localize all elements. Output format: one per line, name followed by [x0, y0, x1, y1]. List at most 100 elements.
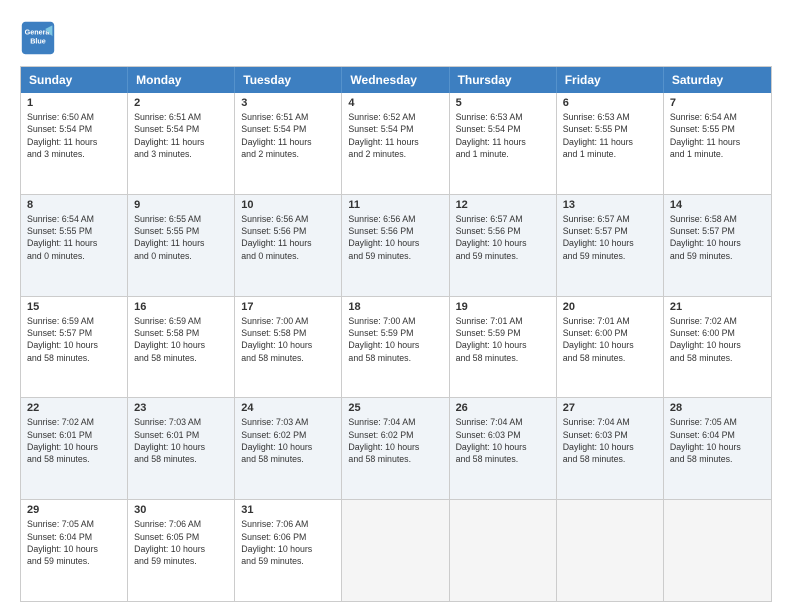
day-cell-4: 4 Sunrise: 6:52 AMSunset: 5:54 PMDaylight… [342, 93, 449, 194]
day-number: 29 [27, 504, 121, 516]
day-number: 24 [241, 402, 335, 414]
day-cell-12: 12Sunrise: 6:57 AMSunset: 5:56 PMDayligh… [450, 195, 557, 296]
day-info: Sunrise: 6:54 AMSunset: 5:55 PMDaylight:… [27, 213, 121, 262]
day-cell-15: 15 Sunrise: 6:59 AMSunset: 5:57 PMDayligh… [21, 297, 128, 398]
day-number: 30 [134, 504, 228, 516]
day-cell-20: 20Sunrise: 7:01 AMSunset: 6:00 PMDayligh… [557, 297, 664, 398]
day-number: 10 [241, 199, 335, 211]
logo: General Blue [20, 20, 62, 56]
empty-cell [450, 500, 557, 601]
day-cell-17: 17 Sunrise: 7:00 AMSunset: 5:58 PMDayligh… [235, 297, 342, 398]
day-cell-2: 2Sunrise: 6:51 AMSunset: 5:54 PMDaylight… [128, 93, 235, 194]
day-number: 4 [348, 97, 442, 109]
day-number: 21 [670, 301, 765, 313]
day-number: 16 [134, 301, 228, 313]
day-number: 26 [456, 402, 550, 414]
day-cell-11: 11 Sunrise: 6:56 AMSunset: 5:56 PMDayligh… [342, 195, 449, 296]
empty-cell [557, 500, 664, 601]
day-info: Sunrise: 6:54 AMSunset: 5:55 PMDaylight:… [670, 111, 765, 160]
day-number: 27 [563, 402, 657, 414]
day-cell-10: 10 Sunrise: 6:56 AMSunset: 5:56 PMDayligh… [235, 195, 342, 296]
day-cell-9: 9 Sunrise: 6:55 AMSunset: 5:55 PMDaylight… [128, 195, 235, 296]
day-number: 25 [348, 402, 442, 414]
header-cell-sunday: Sunday [21, 67, 128, 93]
day-cell-13: 13 Sunrise: 6:57 AMSunset: 5:57 PMDayligh… [557, 195, 664, 296]
day-info: Sunrise: 7:02 AMSunset: 6:01 PMDaylight:… [27, 416, 121, 465]
day-cell-23: 23 Sunrise: 7:03 AMSunset: 6:01 PMDayligh… [128, 398, 235, 499]
day-cell-21: 21 Sunrise: 7:02 AMSunset: 6:00 PMDayligh… [664, 297, 771, 398]
svg-text:Blue: Blue [30, 36, 46, 45]
day-info: Sunrise: 7:06 AMSunset: 6:06 PMDaylight:… [241, 518, 335, 567]
day-info: Sunrise: 6:51 AMSunset: 5:54 PMDaylight:… [134, 111, 228, 160]
day-cell-22: 22 Sunrise: 7:02 AMSunset: 6:01 PMDayligh… [21, 398, 128, 499]
day-number: 28 [670, 402, 765, 414]
day-cell-25: 25Sunrise: 7:04 AMSunset: 6:02 PMDayligh… [342, 398, 449, 499]
day-info: Sunrise: 6:50 AMSunset: 5:54 PMDaylight:… [27, 111, 121, 160]
day-info: Sunrise: 7:02 AMSunset: 6:00 PMDaylight:… [670, 315, 765, 364]
day-info: Sunrise: 7:05 AMSunset: 6:04 PMDaylight:… [670, 416, 765, 465]
empty-cell [342, 500, 449, 601]
day-info: Sunrise: 7:04 AMSunset: 6:03 PMDaylight:… [456, 416, 550, 465]
day-number: 8 [27, 199, 121, 211]
day-number: 22 [27, 402, 121, 414]
day-cell-19: 19Sunrise: 7:01 AMSunset: 5:59 PMDayligh… [450, 297, 557, 398]
day-number: 3 [241, 97, 335, 109]
day-cell-24: 24 Sunrise: 7:03 AMSunset: 6:02 PMDayligh… [235, 398, 342, 499]
day-cell-14: 14 Sunrise: 6:58 AMSunset: 5:57 PMDayligh… [664, 195, 771, 296]
day-cell-29: 29 Sunrise: 7:05 AMSunset: 6:04 PMDayligh… [21, 500, 128, 601]
day-info: Sunrise: 7:03 AMSunset: 6:02 PMDaylight:… [241, 416, 335, 465]
day-number: 13 [563, 199, 657, 211]
day-info: Sunrise: 6:56 AMSunset: 5:56 PMDaylight:… [241, 213, 335, 262]
header-cell-friday: Friday [557, 67, 664, 93]
header-cell-thursday: Thursday [450, 67, 557, 93]
day-info: Sunrise: 6:57 AMSunset: 5:57 PMDaylight:… [563, 213, 657, 262]
calendar-body: 1 Sunrise: 6:50 AMSunset: 5:54 PMDaylight… [21, 93, 771, 601]
day-cell-18: 18 Sunrise: 7:00 AMSunset: 5:59 PMDayligh… [342, 297, 449, 398]
day-cell-5: 5Sunrise: 6:53 AMSunset: 5:54 PMDaylight… [450, 93, 557, 194]
week-row-4: 22 Sunrise: 7:02 AMSunset: 6:01 PMDayligh… [21, 397, 771, 499]
day-cell-26: 26 Sunrise: 7:04 AMSunset: 6:03 PMDayligh… [450, 398, 557, 499]
day-info: Sunrise: 6:58 AMSunset: 5:57 PMDaylight:… [670, 213, 765, 262]
day-cell-30: 30 Sunrise: 7:06 AMSunset: 6:05 PMDayligh… [128, 500, 235, 601]
empty-cell [664, 500, 771, 601]
day-info: Sunrise: 7:00 AMSunset: 5:58 PMDaylight:… [241, 315, 335, 364]
day-number: 15 [27, 301, 121, 313]
day-info: Sunrise: 6:55 AMSunset: 5:55 PMDaylight:… [134, 213, 228, 262]
day-info: Sunrise: 6:56 AMSunset: 5:56 PMDaylight:… [348, 213, 442, 262]
day-info: Sunrise: 6:51 AMSunset: 5:54 PMDaylight:… [241, 111, 335, 160]
day-number: 7 [670, 97, 765, 109]
day-info: Sunrise: 7:03 AMSunset: 6:01 PMDaylight:… [134, 416, 228, 465]
day-cell-1: 1 Sunrise: 6:50 AMSunset: 5:54 PMDaylight… [21, 93, 128, 194]
header-cell-monday: Monday [128, 67, 235, 93]
day-cell-27: 27 Sunrise: 7:04 AMSunset: 6:03 PMDayligh… [557, 398, 664, 499]
week-row-2: 8 Sunrise: 6:54 AMSunset: 5:55 PMDaylight… [21, 194, 771, 296]
day-info: Sunrise: 7:00 AMSunset: 5:59 PMDaylight:… [348, 315, 442, 364]
day-info: Sunrise: 7:01 AMSunset: 6:00 PMDaylight:… [563, 315, 657, 364]
header-cell-saturday: Saturday [664, 67, 771, 93]
day-number: 17 [241, 301, 335, 313]
day-info: Sunrise: 6:52 AMSunset: 5:54 PMDaylight:… [348, 111, 442, 160]
header-cell-tuesday: Tuesday [235, 67, 342, 93]
day-number: 23 [134, 402, 228, 414]
page: General Blue SundayMondayTuesdayWednesda… [0, 0, 792, 612]
logo-icon: General Blue [20, 20, 56, 56]
day-info: Sunrise: 6:53 AMSunset: 5:54 PMDaylight:… [456, 111, 550, 160]
day-number: 1 [27, 97, 121, 109]
day-info: Sunrise: 6:59 AMSunset: 5:57 PMDaylight:… [27, 315, 121, 364]
day-info: Sunrise: 7:05 AMSunset: 6:04 PMDaylight:… [27, 518, 121, 567]
day-number: 18 [348, 301, 442, 313]
day-number: 11 [348, 199, 442, 211]
day-info: Sunrise: 6:59 AMSunset: 5:58 PMDaylight:… [134, 315, 228, 364]
day-info: Sunrise: 7:04 AMSunset: 6:03 PMDaylight:… [563, 416, 657, 465]
day-info: Sunrise: 7:06 AMSunset: 6:05 PMDaylight:… [134, 518, 228, 567]
day-info: Sunrise: 6:53 AMSunset: 5:55 PMDaylight:… [563, 111, 657, 160]
header-cell-wednesday: Wednesday [342, 67, 449, 93]
calendar: SundayMondayTuesdayWednesdayThursdayFrid… [20, 66, 772, 602]
day-info: Sunrise: 7:01 AMSunset: 5:59 PMDaylight:… [456, 315, 550, 364]
week-row-3: 15 Sunrise: 6:59 AMSunset: 5:57 PMDayligh… [21, 296, 771, 398]
day-number: 14 [670, 199, 765, 211]
header: General Blue [20, 20, 772, 56]
day-cell-3: 3 Sunrise: 6:51 AMSunset: 5:54 PMDaylight… [235, 93, 342, 194]
day-cell-28: 28 Sunrise: 7:05 AMSunset: 6:04 PMDayligh… [664, 398, 771, 499]
day-number: 9 [134, 199, 228, 211]
